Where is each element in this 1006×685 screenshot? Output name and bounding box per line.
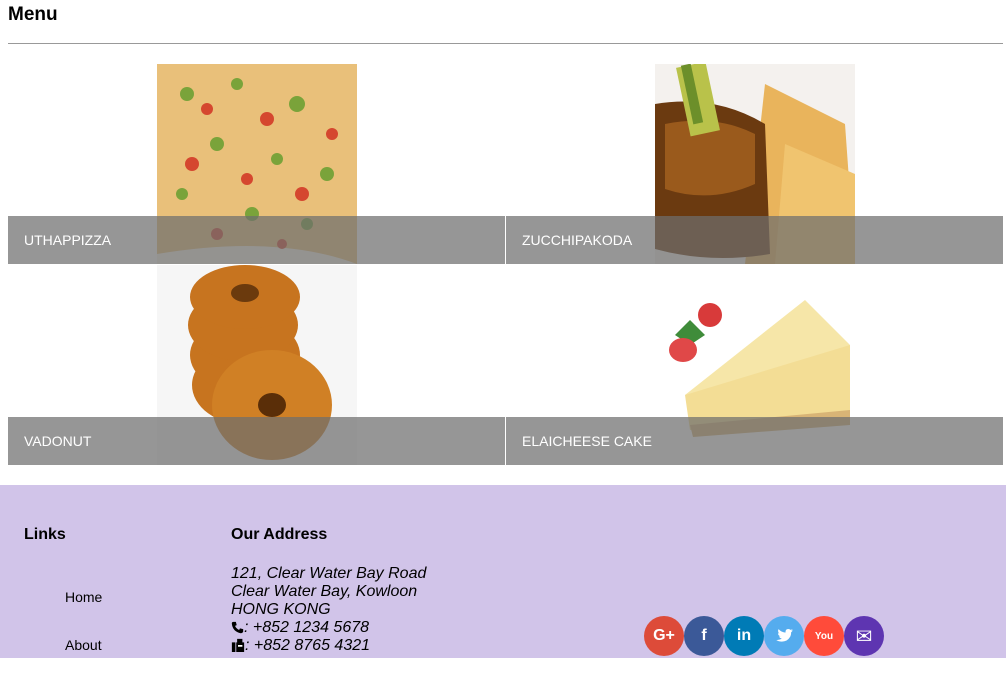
link-home[interactable]: Home xyxy=(65,589,102,605)
google-plus-icon: G+ xyxy=(653,627,675,644)
list-item: About xyxy=(65,637,102,685)
dish-tile-zucchipakoda[interactable]: ZUCCHIPAKODA xyxy=(506,64,1003,264)
fax-line: : +852 8765 4321 xyxy=(231,637,426,655)
address-line: Clear Water Bay, Kowloon xyxy=(231,583,418,600)
linkedin-button[interactable]: in xyxy=(724,616,764,656)
google-plus-button[interactable]: G+ xyxy=(644,616,684,656)
mail-button[interactable]: ✉ xyxy=(844,616,884,656)
youtube-icon: You xyxy=(814,630,834,642)
fax-icon xyxy=(231,638,245,652)
dish-tile-elaicheese-cake[interactable]: ELAICHEESE CAKE xyxy=(506,265,1003,465)
phone-number: : +852 1234 5678 xyxy=(244,619,370,636)
footer: Links Home About Our Address 121, Clear … xyxy=(0,485,1006,658)
address-line: HONG KONG xyxy=(231,601,331,618)
mail-icon: ✉ xyxy=(855,625,873,648)
dish-caption: ELAICHEESE CAKE xyxy=(506,417,1003,465)
facebook-button[interactable]: f xyxy=(684,616,724,656)
facebook-icon: f xyxy=(701,627,707,644)
youtube-button[interactable]: You xyxy=(804,616,844,656)
link-about[interactable]: About xyxy=(65,637,102,653)
address-block: 121, Clear Water Bay Road Clear Water Ba… xyxy=(231,565,426,655)
dish-grid: UTHAPPIZZA ZUCCHIPAKODA VADONUT ELAICHEE… xyxy=(8,64,1003,465)
phone-icon xyxy=(231,621,244,634)
list-item: Home xyxy=(65,589,102,637)
twitter-icon xyxy=(776,628,793,642)
dish-caption: UTHAPPIZZA xyxy=(8,216,505,264)
dish-caption: VADONUT xyxy=(8,417,505,465)
dish-tile-uthappizza[interactable]: UTHAPPIZZA xyxy=(8,64,505,264)
divider xyxy=(8,43,1003,44)
fax-number: : +852 8765 4321 xyxy=(245,637,371,654)
dish-tile-vadonut[interactable]: VADONUT xyxy=(8,265,505,465)
address-line: 121, Clear Water Bay Road xyxy=(231,565,427,582)
links-heading: Links xyxy=(24,526,66,543)
dish-caption: ZUCCHIPAKODA xyxy=(506,216,1003,264)
page-title: Menu xyxy=(8,4,58,25)
address-heading: Our Address xyxy=(231,526,328,543)
twitter-button[interactable] xyxy=(764,616,804,656)
linkedin-icon: in xyxy=(736,627,752,644)
links-list: Home About xyxy=(65,589,102,685)
phone-line: : +852 1234 5678 xyxy=(231,619,426,637)
